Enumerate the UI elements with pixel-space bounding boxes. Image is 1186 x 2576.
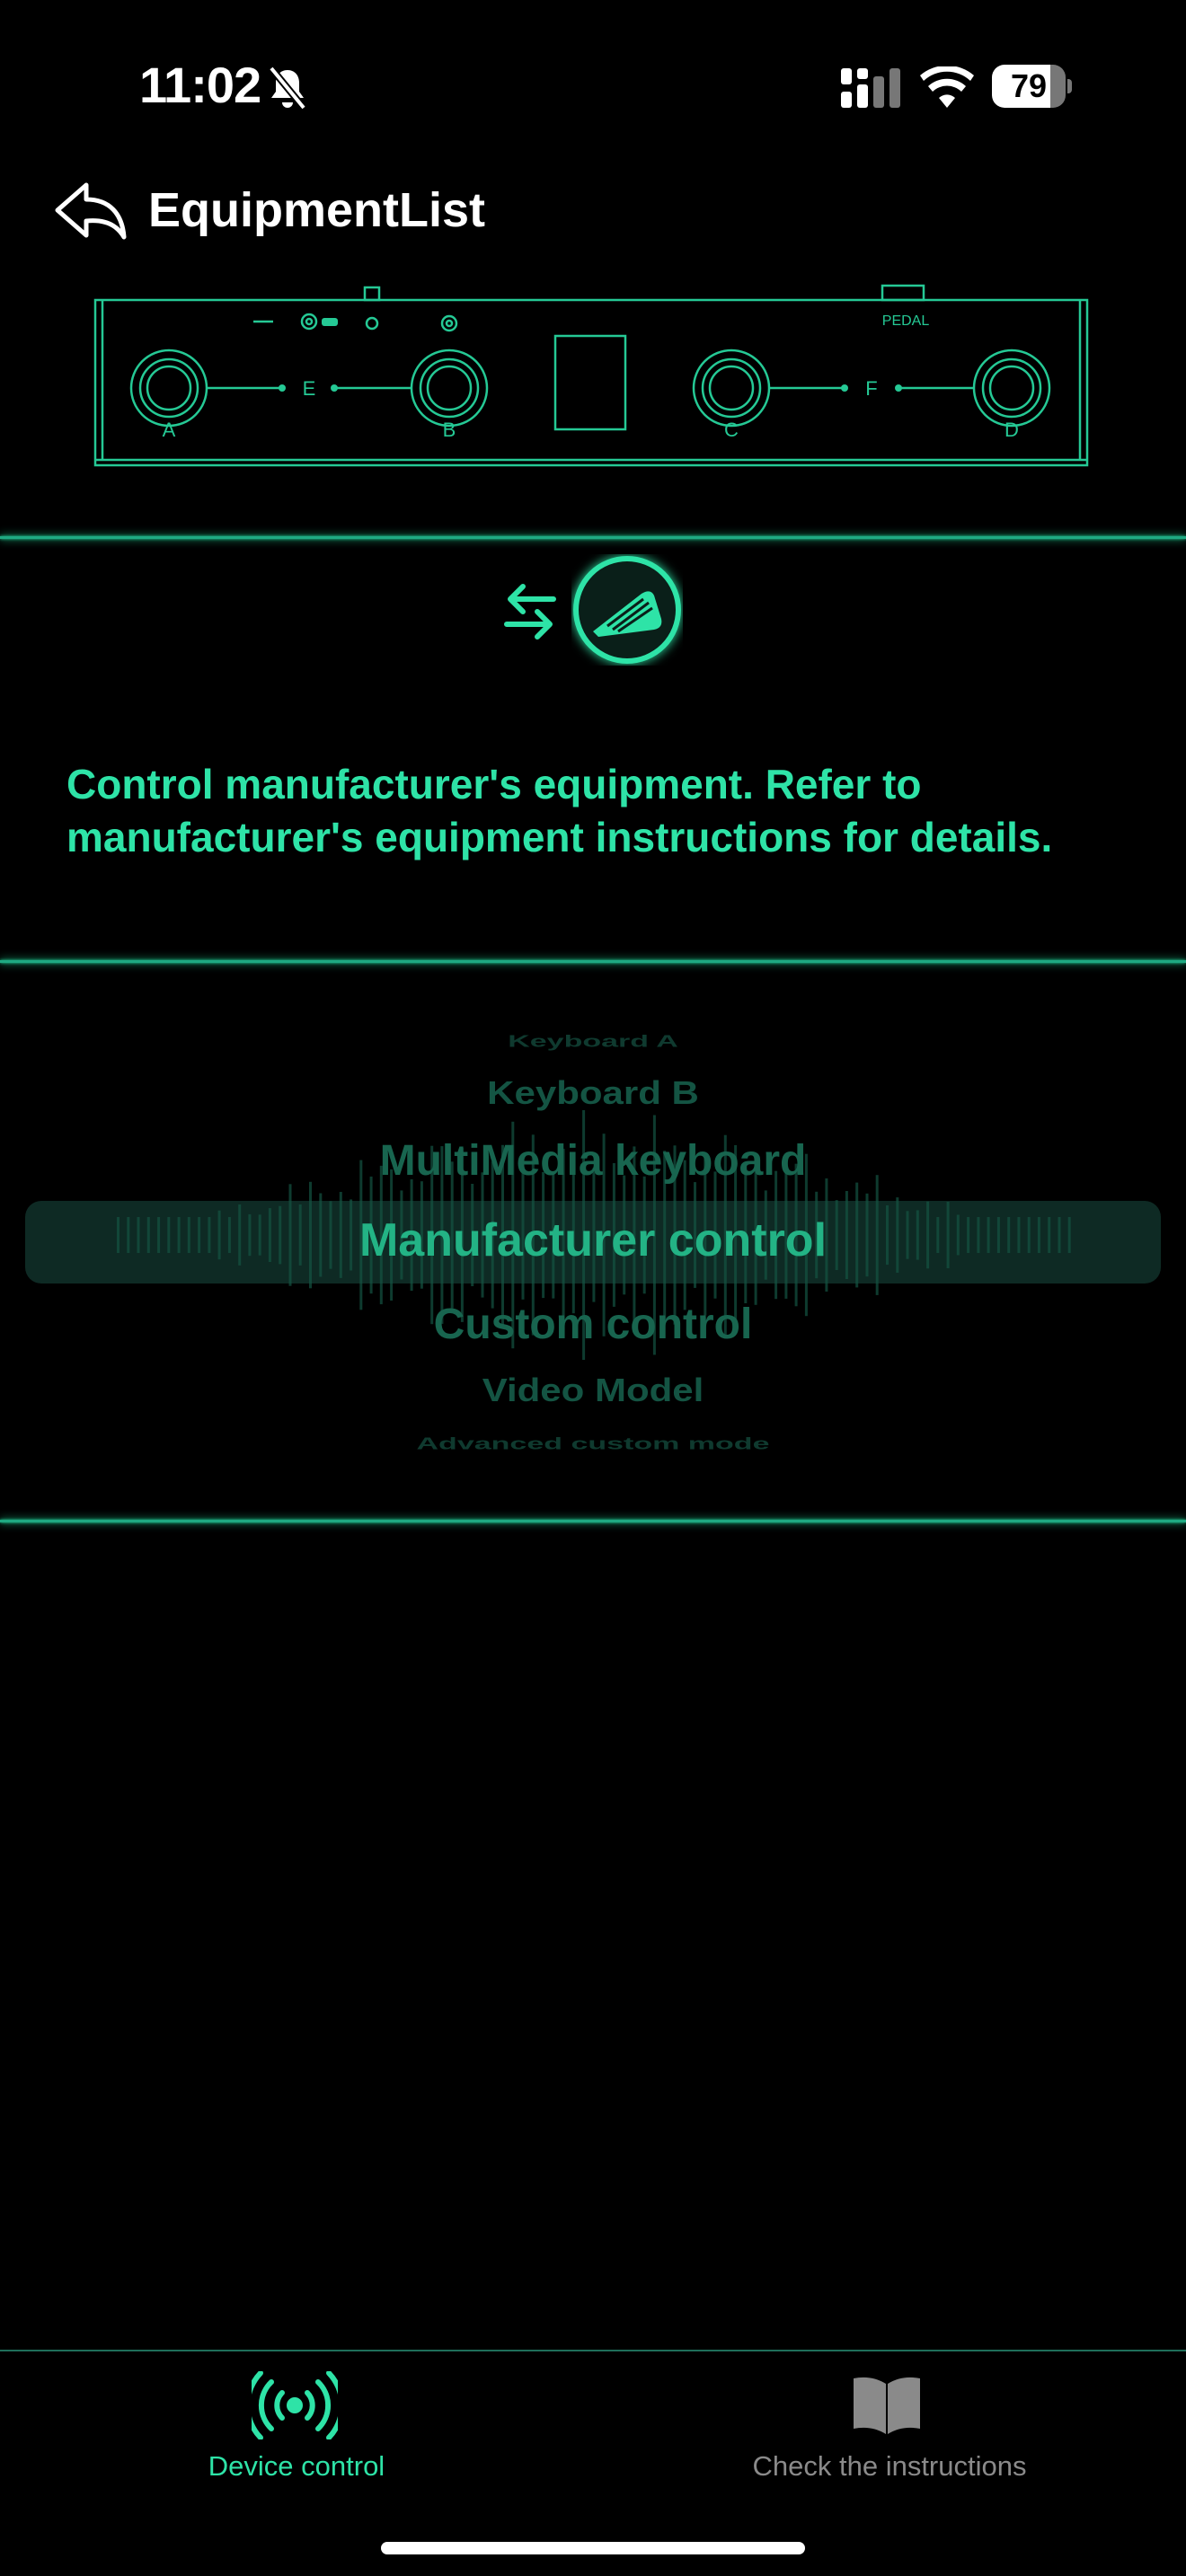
divider-bottom — [0, 1520, 1186, 1522]
divider-top — [0, 536, 1186, 539]
swap-arrows-icon — [504, 584, 556, 640]
page-title: EquipmentList — [148, 183, 485, 237]
switch-label-c: C — [724, 419, 739, 441]
picker-item[interactable]: Custom control — [0, 1300, 1186, 1349]
tab-device-control[interactable]: Device control — [126, 2362, 467, 2488]
link-label-e: E — [303, 377, 316, 400]
tab-label-check-instructions: Check the instructions — [752, 2450, 1027, 2482]
home-indicator — [381, 2542, 805, 2554]
cellular-signal-icon — [841, 68, 900, 108]
battery-level: 79 — [1010, 67, 1048, 104]
switch-label-a: A — [163, 419, 176, 441]
picker-item-selected[interactable]: Manufacturer control — [0, 1213, 1186, 1267]
switch-label-d: D — [1005, 419, 1019, 441]
broadcast-icon — [252, 2371, 338, 2439]
picker-item[interactable]: Advanced custom mode — [0, 1434, 1186, 1453]
switch-label-b: B — [443, 419, 456, 441]
picker-item[interactable]: Video Model — [0, 1372, 1186, 1409]
divider-middle — [0, 960, 1186, 963]
wifi-icon — [920, 66, 974, 108]
status-time: 11:02 — [139, 57, 261, 113]
mode-picker[interactable]: Keyboard A Keyboard B MultiMedia keyboard M… — [0, 1024, 1186, 1455]
bell-muted-icon — [268, 66, 307, 110]
link-label-f: F — [865, 377, 877, 400]
battery-indicator: 79 — [992, 65, 1072, 108]
footswitch-device-diagram: A B C D E F PEDAL — [93, 284, 1089, 467]
tab-check-instructions[interactable]: Check the instructions — [701, 2362, 1078, 2488]
pedal-port-label: PEDAL — [882, 313, 930, 329]
expression-pedal-icon[interactable] — [571, 554, 683, 666]
tabbar-divider — [0, 2350, 1186, 2351]
book-icon — [854, 2377, 920, 2434]
picker-item[interactable]: Keyboard B — [0, 1075, 1186, 1112]
picker-item[interactable]: Keyboard A — [0, 1032, 1186, 1051]
picker-item[interactable]: MultiMedia keyboard — [0, 1136, 1186, 1186]
reply-arrow-icon[interactable] — [54, 180, 128, 243]
tab-label-device-control: Device control — [208, 2450, 385, 2482]
mode-description: Control manufacturer's equipment. Refer … — [66, 761, 1053, 860]
